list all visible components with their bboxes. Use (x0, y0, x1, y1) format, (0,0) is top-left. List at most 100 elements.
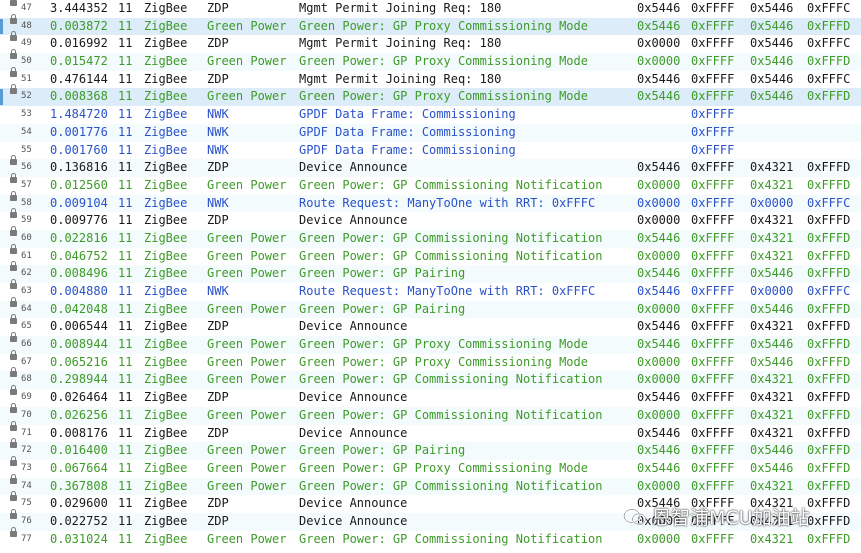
packet-row[interactable]: 54 0.001776 11 ZigBee NWK GPDF Data Frame: Co… (0, 123, 861, 142)
row-marker (0, 124, 22, 142)
packet-number: 48 (21, 20, 32, 31)
packet-channel: 11 (118, 36, 133, 51)
packet-addr-4: 0xFFFD (807, 54, 851, 69)
packet-row[interactable]: 60 0.022816 11 ZigBee Green Power Green Power… (0, 225, 861, 248)
packet-info: Mgmt Permit Joining Req: 180 (299, 1, 502, 15)
packet-addr-4: 0xFFFD (807, 531, 851, 546)
packet-row[interactable]: 71 0.008176 11 ZigBee ZDP Device Announce 0x54… (0, 420, 861, 443)
packet-row[interactable]: 47 3.444352 11 ZigBee ZDP Mgmt Permit Joining… (0, 0, 861, 18)
packet-addr-3: 0x5446 (750, 354, 794, 369)
packet-channel: 11 (118, 319, 133, 334)
packet-addr-4: 0xFFFD (807, 390, 851, 405)
packet-row[interactable]: 58 0.009104 11 ZigBee NWK Route Request: Many… (0, 190, 861, 213)
lock-icon (10, 455, 17, 466)
packet-row[interactable]: 72 0.016400 11 ZigBee Green Power Green Power… (0, 438, 861, 460)
packet-info: Device Announce (299, 319, 408, 334)
packet-addr-4: 0xFFFC (807, 284, 851, 298)
packet-row[interactable]: 57 0.012560 11 ZigBee Green Power Green Power… (0, 172, 861, 195)
packet-row[interactable]: 66 0.008944 11 ZigBee Green Power Green Power… (0, 332, 861, 354)
packet-info: GPDF Data Frame: Commissioning (299, 124, 516, 139)
packet-row[interactable]: 63 0.004880 11 ZigBee NWK Route Request: Many… (0, 279, 861, 301)
packet-layer: Green Power (207, 89, 287, 104)
packet-number: 68 (21, 374, 32, 385)
packet-row[interactable]: 68 0.298944 11 ZigBee Green Power Green Power… (0, 367, 861, 390)
packet-network: ZigBee (144, 301, 188, 316)
packet-addr-1: 0x5446 (637, 160, 681, 175)
packet-addr-3: 0x5446 (750, 54, 794, 69)
packet-addr-3: 0x4321 (750, 407, 794, 422)
packet-row[interactable]: 64 0.042048 11 ZigBee Green Power Green Power… (0, 296, 861, 319)
packet-number: 57 (21, 179, 32, 190)
packet-row[interactable]: 49 0.016992 11 ZigBee ZDP Mgmt Permit Joining… (0, 31, 861, 53)
packet-addr-1: 0x5446 (637, 1, 681, 15)
packet-row[interactable]: 50 0.015472 11 ZigBee Green Power Green Power… (0, 49, 861, 71)
packet-addr-2: 0xFFFF (691, 36, 735, 51)
packet-row[interactable]: 59 0.009776 11 ZigBee ZDP Device Announce 0x00… (0, 208, 861, 230)
packet-time: 0.046752 (50, 248, 108, 263)
packet-addr-2: 0xFFFF (691, 443, 735, 458)
packet-info: Green Power: GP Commissioning Notificati… (299, 230, 603, 245)
packet-number: 72 (21, 445, 32, 456)
packet-channel: 11 (118, 142, 133, 157)
packet-network: ZigBee (144, 266, 188, 281)
packet-number: 56 (21, 162, 32, 173)
packet-channel: 11 (118, 213, 133, 228)
packet-time: 0.029600 (50, 496, 108, 511)
lock-icon (10, 314, 17, 325)
packet-network: ZigBee (144, 36, 188, 51)
packet-row[interactable]: 73 0.067664 11 ZigBee Green Power Green Power… (0, 455, 861, 478)
packet-info: Green Power: GP Commissioning Notificati… (299, 407, 603, 422)
lock-icon (10, 155, 17, 166)
packet-layer: NWK (207, 124, 229, 139)
packet-addr-2: 0xFFFF (691, 372, 735, 387)
packet-channel: 11 (118, 248, 133, 263)
packet-row[interactable]: 62 0.008496 11 ZigBee Green Power Green Power… (0, 261, 861, 283)
packet-channel: 11 (118, 284, 133, 298)
packet-channel: 11 (118, 425, 133, 440)
packet-addr-3: 0x4321 (750, 531, 794, 546)
packet-layer: ZDP (207, 36, 229, 51)
packet-row[interactable]: 52 0.008368 11 ZigBee Green Power Green Power… (0, 84, 861, 107)
packet-time: 0.016992 (50, 36, 108, 51)
packet-row[interactable]: 65 0.006544 11 ZigBee ZDP Device Announce 0x54… (0, 314, 861, 336)
packet-row[interactable]: 74 0.367808 11 ZigBee Green Power Green Power… (0, 473, 861, 496)
packet-addr-4: 0xFFFD (807, 230, 851, 245)
packet-time: 0.006544 (50, 319, 108, 334)
packet-addr-3: 0x5446 (750, 36, 794, 51)
packet-channel: 11 (118, 89, 133, 104)
row-marker (0, 526, 22, 549)
packet-info: Green Power: GP Pairing (299, 443, 466, 458)
packet-row[interactable]: 77 0.031024 11 ZigBee Green Power Green Power… (0, 526, 861, 549)
lock-icon (10, 279, 17, 289)
packet-info: Device Announce (299, 390, 408, 405)
packet-layer: ZDP (207, 496, 229, 511)
lock-icon (10, 367, 17, 378)
packet-number: 65 (21, 321, 32, 332)
packet-info: Green Power: GP Proxy Commissioning Mode (299, 337, 588, 352)
packet-addr-2: 0xFFFF (691, 107, 735, 122)
packet-network: ZigBee (144, 54, 188, 69)
packet-row[interactable]: 48 0.003872 11 ZigBee Green Power Green Power… (0, 13, 861, 36)
packet-network: ZigBee (144, 89, 188, 104)
packet-addr-4: 0xFFFD (807, 372, 851, 387)
packet-info: Green Power: GP Pairing (299, 266, 466, 281)
lock-icon (10, 526, 17, 537)
packet-layer: Green Power (207, 443, 287, 458)
packet-row[interactable]: 53 1.484720 11 ZigBee NWK GPDF Data Frame: Co… (0, 106, 861, 124)
packet-channel: 11 (118, 372, 133, 387)
packet-row[interactable]: 61 0.046752 11 ZigBee Green Power Green Power… (0, 243, 861, 266)
packet-addr-1: 0x5446 (637, 460, 681, 475)
packet-row[interactable]: 56 0.136816 11 ZigBee ZDP Device Announce 0x54… (0, 155, 861, 177)
packet-row[interactable]: 51 0.476144 11 ZigBee ZDP Mgmt Permit Joining… (0, 66, 861, 89)
packet-row[interactable]: 67 0.065216 11 ZigBee Green Power Green Power… (0, 349, 861, 372)
packet-number: 75 (21, 498, 32, 509)
packet-network: ZigBee (144, 425, 188, 440)
packet-row[interactable]: 55 0.001760 11 ZigBee NWK GPDF Data Frame: Co… (0, 142, 861, 160)
packet-row[interactable]: 69 0.026464 11 ZigBee ZDP Device Announce 0x54… (0, 385, 861, 407)
lock-icon (10, 296, 17, 307)
packet-time: 0.298944 (50, 372, 108, 387)
packet-layer: ZDP (207, 1, 229, 15)
packet-addr-2: 0xFFFF (691, 89, 735, 104)
packet-layer: NWK (207, 284, 229, 298)
packet-row[interactable]: 70 0.026256 11 ZigBee Green Power Green Power… (0, 402, 861, 425)
